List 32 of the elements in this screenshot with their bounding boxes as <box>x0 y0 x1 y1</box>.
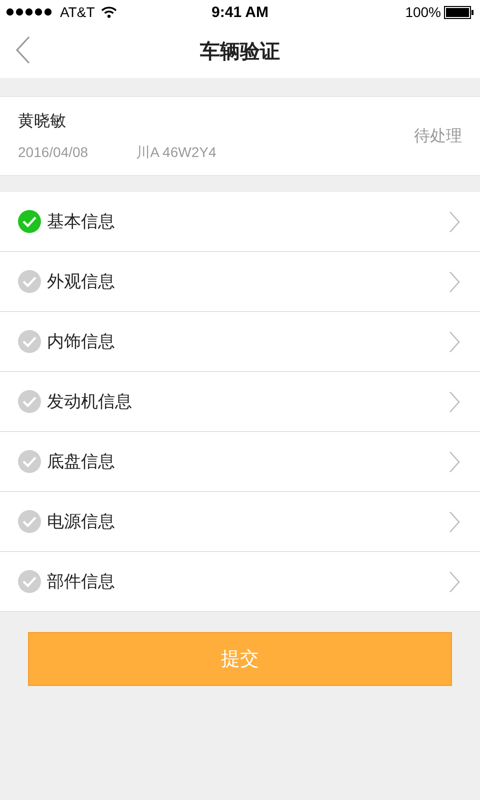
section-label: 电源信息 <box>47 511 116 533</box>
section-label: 内饰信息 <box>47 331 116 353</box>
status-time: 9:41 AM <box>212 4 268 20</box>
owner-name: 黄晓敏 <box>18 110 67 132</box>
chevron-icon <box>449 570 460 592</box>
section-item[interactable]: 基本信息 <box>0 192 480 252</box>
chevron-icon <box>449 510 460 532</box>
record-date: 2016/04/08 <box>18 144 88 162</box>
chevron-icon <box>449 390 460 412</box>
section-item[interactable]: 发动机信息 <box>0 372 480 432</box>
wifi-icon <box>100 6 117 18</box>
section-label: 部件信息 <box>47 571 116 593</box>
chevron-icon <box>449 270 460 292</box>
section-item[interactable]: 外观信息 <box>0 252 480 312</box>
section-label: 底盘信息 <box>47 451 116 473</box>
license-plate: 川A 46W2Y4 <box>136 144 216 162</box>
section-item[interactable]: 内饰信息 <box>0 312 480 372</box>
battery-percent: 100% <box>405 4 441 20</box>
section-label: 发动机信息 <box>47 391 133 413</box>
chevron-icon <box>449 210 460 232</box>
section-label: 外观信息 <box>47 271 116 293</box>
battery-icon <box>444 6 474 18</box>
status-label: 待处理 <box>414 126 462 146</box>
section-item[interactable]: 电源信息 <box>0 492 480 552</box>
signal-icon <box>6 8 54 16</box>
chevron-icon <box>449 330 460 352</box>
section-item[interactable]: 部件信息 <box>0 552 480 612</box>
section-label: 基本信息 <box>47 211 116 233</box>
chevron-icon <box>449 450 460 472</box>
carrier-name: AT&T <box>60 4 95 20</box>
page-title: 车辆验证 <box>200 38 280 64</box>
section-item[interactable]: 底盘信息 <box>0 432 480 492</box>
